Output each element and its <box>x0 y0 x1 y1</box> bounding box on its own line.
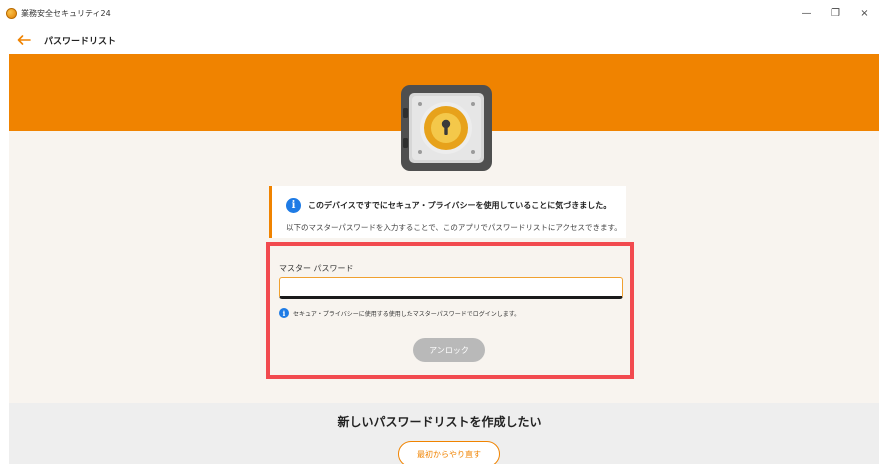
window-controls: — ❐ × <box>792 0 879 26</box>
page-title: パスワードリスト <box>44 36 117 47</box>
title-bar: 業務安全セキュリティ24 — ❐ × <box>0 0 879 26</box>
new-list-heading: 新しいパスワードリストを作成したい <box>337 415 542 429</box>
page-header: パスワードリスト <box>0 26 879 54</box>
restart-button[interactable]: 最初からやり直す <box>398 441 500 464</box>
minimize-button[interactable]: — <box>792 0 821 26</box>
master-password-input[interactable] <box>279 277 623 299</box>
restore-button[interactable]: ❐ <box>821 0 850 26</box>
info-description: 以下のマスターパスワードを入力することで、このアプリでパスワードリストにアクセス… <box>286 223 622 232</box>
password-hint: セキュア・プライバシーに使用する使用したマスターパスワードでログインします。 <box>293 310 521 318</box>
info-icon: i <box>279 308 289 318</box>
arrow-left-icon[interactable] <box>16 33 32 47</box>
master-password-panel: マスター パスワード i セキュア・プライバシーに使用する使用したマスターパスワ… <box>266 242 634 379</box>
info-title: このデバイスですでにセキュア・プライバシーを使用していることに気づきました。 <box>308 201 612 210</box>
unlock-button[interactable]: アンロック <box>413 338 485 362</box>
safe-icon <box>400 84 493 172</box>
master-password-label: マスター パスワード <box>279 264 354 273</box>
app-logo-icon <box>6 7 17 19</box>
info-icon: i <box>286 198 301 213</box>
window-title: 業務安全セキュリティ24 <box>21 8 111 18</box>
close-button[interactable]: × <box>850 0 879 26</box>
info-card: i このデバイスですでにセキュア・プライバシーを使用していることに気づきました。… <box>269 186 626 238</box>
